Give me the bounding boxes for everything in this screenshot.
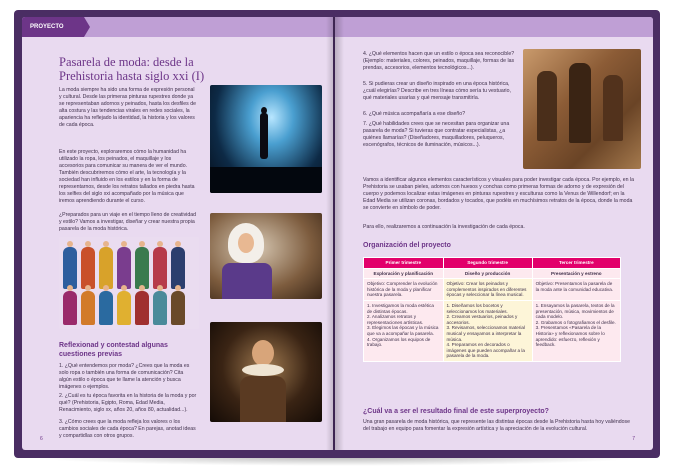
invite-paragraph: ¿Preparados para un viaje en el tiempo l… [59, 212, 196, 232]
page-title: Pasarela de moda: desde la Prehistoria h… [59, 55, 205, 83]
list-item: 2. Creamos vestuarios, peinados y acceso… [446, 314, 518, 325]
historic-costumes-illustration [59, 237, 199, 329]
left-page-number: 6 [40, 436, 43, 442]
table-header: Primer trimestre [363, 257, 444, 269]
baroque-portrait-photo [210, 213, 322, 299]
list-item: 2. Analizamos retratos y representacione… [367, 314, 424, 325]
right-page-number: 7 [632, 436, 635, 442]
question-3: 3. ¿Cómo crees que la moda refleja los v… [59, 419, 196, 439]
book-gutter [326, 17, 344, 450]
table-cell: 1. Investigamos la moda estética de dist… [363, 299, 444, 362]
section-label: PROYECTO [22, 17, 90, 37]
table-cell: Objetivo: Presentamos la pasarela de la … [531, 278, 622, 301]
question-7: 7. ¿Qué habilidades crees que se necesit… [363, 121, 510, 148]
left-header-bar: PROYECTO [22, 17, 333, 37]
table-header: Tercer trimestre [531, 257, 622, 269]
list-item: 1. Ensayamos la pasarela, textos de la p… [535, 302, 615, 320]
list-item: 3. Presentamos «Pasarela de la Historia»… [535, 325, 605, 348]
list-item: 1. Investigamos la moda estética de dist… [367, 302, 434, 314]
final-result-heading: ¿Cuál va a ser el resultado final de est… [363, 408, 549, 415]
project-organization-table: Primer trimestre Segundo trimestre Terce… [363, 257, 622, 362]
table-cell: 1. Ensayamos la pasarela, textos de la p… [531, 299, 622, 362]
intro-paragraph: La moda siempre ha sido una forma de exp… [59, 87, 196, 128]
final-result-paragraph: Una gran pasarela de moda histórica, que… [363, 419, 631, 432]
table-subheader: Presentación y estreno [531, 267, 622, 280]
list-item: 1. Diseñamos los bocetos y seleccionamos… [446, 302, 508, 314]
reflect-heading: Reflexionad y contestad algunas cuestion… [59, 342, 168, 358]
list-item: 3. Revisamos, seleccionamos material mus… [446, 325, 525, 342]
runway-photo [210, 85, 322, 193]
table-cell: Objetivo: Crear los peinados y complemen… [442, 278, 533, 301]
prehistoric-people-photo [523, 49, 641, 169]
right-page: 4. ¿Qué elementos hacen que un estilo o … [335, 17, 653, 450]
question-1: 1. ¿Qué entendemos por moda? ¿Crees que … [59, 363, 190, 390]
question-5: 5. Si pudieras crear un diseño inspirado… [363, 81, 511, 101]
table-cell: 1. Diseñamos los bocetos y seleccionamos… [442, 299, 533, 362]
table-subheader: Exploración y planificación [363, 267, 444, 280]
list-item: 4. Organizamos los equipos de trabajo. [367, 336, 431, 348]
list-item: 3. Elegimos las épocas y la música que v… [367, 325, 439, 336]
left-page: PROYECTO Pasarela de moda: desde la Preh… [22, 17, 333, 450]
question-2: 2. ¿Cuál es tu época favorita en la hist… [59, 393, 197, 413]
question-4: 4. ¿Qué elementos hacen que un estilo o … [363, 51, 515, 71]
ruff-collar-photo [210, 322, 322, 422]
table-cell: Objetivo: Comprender la evolución histór… [363, 278, 444, 301]
vamos-paragraph: Vamos a identificar algunos elementos ca… [363, 177, 634, 211]
para-ello-paragraph: Para ello, realizaremos a continuación l… [363, 224, 525, 230]
right-header-bar [335, 17, 653, 37]
table-header: Segundo trimestre [442, 257, 533, 269]
question-6: 6. ¿Qué música acompañaría a ese diseño? [363, 111, 466, 117]
project-paragraph: En este proyecto, exploraremos cómo la h… [59, 149, 195, 204]
table-subheader: Diseño y producción [442, 267, 533, 280]
org-heading: Organización del proyecto [363, 242, 451, 249]
list-item: 4. Preparamos en decorados o imágenes qu… [446, 342, 525, 359]
